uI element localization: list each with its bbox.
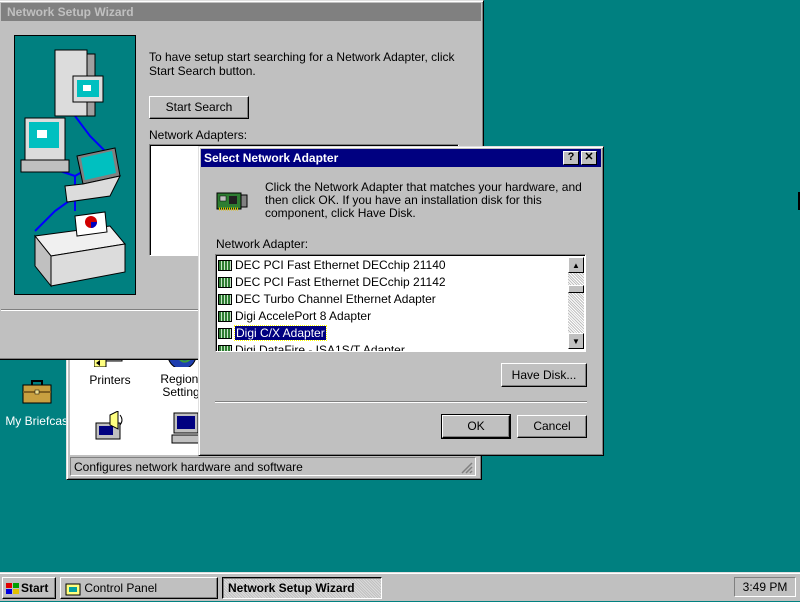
- wizard-title-bar[interactable]: Network Setup Wizard: [1, 3, 481, 21]
- help-icon: ?: [567, 151, 575, 163]
- ok-button[interactable]: OK: [441, 414, 511, 439]
- briefcase-icon: [22, 380, 52, 404]
- start-label: Start: [21, 581, 49, 595]
- dialog-separator: [215, 401, 587, 403]
- wizard-instructions: To have setup start searching for a Netw…: [149, 50, 455, 78]
- scroll-down-button[interactable]: ▼: [568, 333, 584, 349]
- list-item[interactable]: DEC Turbo Channel Ethernet Adapter: [218, 291, 436, 308]
- network-card-icon: [218, 260, 232, 272]
- vertical-scrollbar[interactable]: ▲ ▼: [568, 257, 584, 349]
- have-disk-button[interactable]: Have Disk...: [501, 363, 587, 387]
- list-item[interactable]: DEC PCI Fast Ethernet DECchip 21142: [218, 274, 446, 291]
- adapter-name: Digi C/X Adapter: [234, 325, 327, 341]
- network-card-icon: [218, 345, 232, 351]
- clock[interactable]: 3:49 PM: [743, 580, 788, 594]
- scroll-up-button[interactable]: ▲: [568, 257, 584, 273]
- close-icon: ✕: [584, 151, 594, 163]
- cancel-button[interactable]: Cancel: [517, 415, 587, 438]
- network-card-icon: [218, 294, 232, 306]
- adapter-name: DEC PCI Fast Ethernet DECchip 21142: [235, 275, 446, 289]
- arrow-up-icon: ▲: [572, 261, 580, 270]
- arrow-down-icon: ▼: [572, 337, 580, 346]
- dialog-title: Select Network Adapter: [204, 151, 339, 165]
- resize-grip-icon[interactable]: [461, 462, 473, 474]
- network-adapters-label: Network Adapters:: [149, 128, 248, 142]
- adapter-list[interactable]: DEC PCI Fast Ethernet DECchip 21140 DEC …: [215, 254, 586, 352]
- wizard-title: Network Setup Wizard: [7, 5, 134, 19]
- list-item[interactable]: Digi AccelePort 8 Adapter: [218, 308, 371, 325]
- scroll-thumb[interactable]: [568, 285, 584, 293]
- start-search-button[interactable]: Start Search: [149, 96, 249, 119]
- adapter-name: DEC PCI Fast Ethernet DECchip 21140: [235, 258, 446, 272]
- list-item-selected[interactable]: Digi C/X Adapter: [218, 325, 327, 342]
- cancel-label: Cancel: [533, 419, 571, 433]
- select-network-adapter-dialog: Select Network Adapter ? ✕ Click the Net…: [198, 146, 604, 456]
- control-panel-item-label: Printers: [89, 373, 131, 387]
- network-adapter-label: Network Adapter:: [216, 237, 309, 251]
- status-bar-text: Configures network hardware and software: [74, 460, 303, 474]
- taskbar-button-label: Network Setup Wizard: [228, 581, 355, 595]
- wizard-illustration: [14, 35, 136, 295]
- network-card-icon: [218, 328, 232, 340]
- adapter-name: Digi DataFire - ISA1S/T Adapter: [235, 343, 405, 351]
- adapter-name: Digi AccelePort 8 Adapter: [235, 309, 372, 323]
- taskbar-button-control-panel[interactable]: Control Panel: [60, 577, 218, 599]
- taskbar-button-network-setup-wizard[interactable]: Network Setup Wizard: [222, 577, 382, 599]
- help-button[interactable]: ?: [563, 151, 579, 165]
- control-panel-item-sounds[interactable]: [80, 410, 140, 455]
- network-card-icon: [218, 311, 232, 323]
- dialog-title-bar[interactable]: Select Network Adapter: [201, 149, 601, 167]
- have-disk-label: Have Disk...: [511, 368, 577, 382]
- start-search-label: Start Search: [165, 100, 233, 114]
- system-tray: 3:49 PM: [734, 577, 796, 597]
- speaker-icon: [94, 410, 126, 445]
- start-button[interactable]: Start: [2, 577, 56, 599]
- ok-label: OK: [467, 419, 485, 433]
- network-card-icon: [218, 277, 232, 289]
- dialog-description: Click the Network Adapter that matches y…: [265, 180, 582, 220]
- control-panel-icon: [65, 582, 81, 596]
- close-button[interactable]: ✕: [581, 151, 597, 165]
- windows-logo-icon: [5, 582, 21, 596]
- list-item[interactable]: Digi DataFire - ISA1S/T Adapter: [218, 342, 405, 351]
- network-card-icon: [215, 191, 249, 213]
- adapter-name: DEC Turbo Channel Ethernet Adapter: [235, 292, 436, 306]
- list-item[interactable]: DEC PCI Fast Ethernet DECchip 21140: [218, 257, 446, 274]
- taskbar-button-label: Control Panel: [84, 581, 158, 595]
- taskbar: Start Control Panel Network Setup Wizard…: [0, 572, 800, 601]
- status-bar: Configures network hardware and software: [70, 457, 476, 476]
- adapter-list-viewport: DEC PCI Fast Ethernet DECchip 21140 DEC …: [216, 257, 566, 351]
